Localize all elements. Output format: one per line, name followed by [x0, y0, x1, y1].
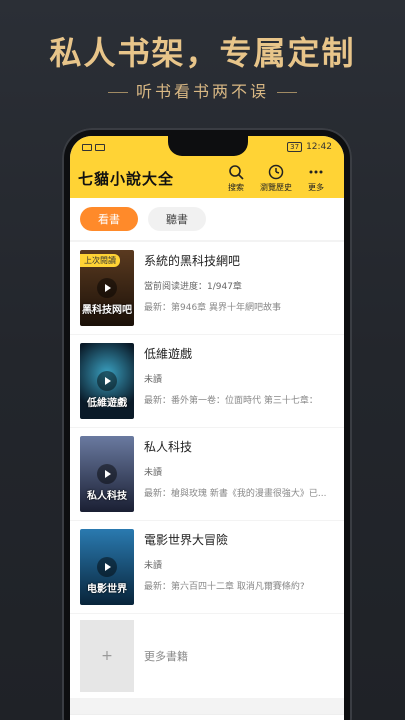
more-label: 更多 [308, 182, 324, 192]
tab-listen[interactable]: 聽書 [148, 207, 206, 231]
signal-icon [82, 143, 92, 151]
divider [107, 92, 128, 93]
history-label: 瀏覽歷史 [260, 182, 292, 192]
bottom-nav: 書架 書城 分類 設置 [70, 714, 344, 720]
book-cover: 上次閱讀 黑科技网吧 [80, 250, 134, 326]
book-item[interactable]: 电影世界 電影世界大冒險 未讀 最新：第六百四十二章 取消凡爾賽條約? [70, 521, 344, 613]
book-latest: 最新：第946章 異界十年網吧故事 [144, 303, 282, 313]
add-book-button[interactable]: + [80, 620, 134, 692]
signal-icon [95, 143, 105, 151]
book-latest: 最新：番外第一卷：位面時代 第三十七章： [144, 396, 318, 406]
book-info: 系統的黑科技網吧 當前阅读进度：1/947章 最新：第946章 異界十年網吧故事 [144, 250, 334, 326]
play-icon [97, 278, 117, 298]
status-time: 12:42 [306, 142, 332, 152]
last-read-badge: 上次閱讀 [80, 254, 120, 267]
notch [168, 136, 248, 156]
tab-read[interactable]: 看書 [80, 207, 138, 231]
search-label: 搜索 [228, 182, 244, 192]
book-latest: 最新：槍與玫瑰 新書《我的漫畫很強大》已... [144, 489, 327, 499]
cover-title: 电影世界 [87, 584, 127, 595]
book-title: 電影世界大冒險 [144, 533, 229, 547]
search-button[interactable]: 搜索 [216, 164, 256, 193]
more-books[interactable]: + 更多書籍 [70, 614, 344, 698]
book-progress: 當前阅读进度：1/947章 [144, 282, 242, 292]
cover-title: 黑科技网吧 [82, 305, 132, 316]
status-icons [82, 143, 105, 151]
book-progress: 未讀 [144, 468, 163, 478]
book-title: 私人科技 [144, 440, 193, 454]
search-icon [229, 164, 244, 180]
phone-screen: 37 12:42 七貓小說大全 搜索 瀏覽歷史 更多 看書 聽書 上次閱讀 黑科… [70, 136, 344, 720]
book-info: 電影世界大冒險 未讀 最新：第六百四十二章 取消凡爾賽條約? [144, 529, 334, 605]
promo-title: 私人书架，专属定制 [49, 34, 356, 72]
promo-subtitle-row: 听书看书两不误 [0, 78, 405, 102]
battery-icon: 37 [287, 142, 303, 152]
book-info: 低維遊戲 未讀 最新：番外第一卷：位面時代 第三十七章： [144, 343, 334, 419]
book-cover: 私人科技 [80, 436, 134, 512]
book-title: 低維遊戲 [144, 347, 193, 361]
clock-icon [268, 164, 284, 179]
book-progress: 未讀 [144, 561, 163, 571]
app-header: 七貓小說大全 搜索 瀏覽歷史 更多 [70, 158, 344, 198]
phone-frame: 37 12:42 七貓小說大全 搜索 瀏覽歷史 更多 看書 聽書 上次閱讀 黑科… [62, 128, 352, 720]
book-title: 系統的黑科技網吧 [144, 254, 241, 268]
play-icon [97, 464, 117, 484]
promo-subtitle: 听书看书两不误 [135, 82, 269, 101]
book-info: 私人科技 未讀 最新：槍與玫瑰 新書《我的漫畫很強大》已... [144, 436, 334, 512]
book-list: 上次閱讀 黑科技网吧 系統的黑科技網吧 當前阅读进度：1/947章 最新：第94… [70, 242, 344, 698]
history-button[interactable]: 瀏覽歷史 [256, 164, 296, 193]
divider [277, 92, 297, 93]
status-right: 37 12:42 [287, 142, 332, 152]
book-latest: 最新：第六百四十二章 取消凡爾賽條約? [144, 582, 305, 592]
play-icon [97, 557, 117, 577]
app-logo: 七貓小說大全 [78, 169, 175, 188]
book-progress: 未讀 [144, 375, 163, 385]
book-item[interactable]: 私人科技 私人科技 未讀 最新：槍與玫瑰 新書《我的漫畫很強大》已... [70, 428, 344, 520]
play-icon [97, 371, 117, 391]
book-item[interactable]: 上次閱讀 黑科技网吧 系統的黑科技網吧 當前阅读进度：1/947章 最新：第94… [70, 242, 344, 334]
more-button[interactable]: 更多 [296, 164, 336, 193]
tab-bar: 看書 聽書 [70, 198, 344, 240]
book-cover: 低維遊戲 [80, 343, 134, 419]
book-cover: 电影世界 [80, 529, 134, 605]
cover-title: 低維遊戲 [87, 398, 127, 409]
cover-title: 私人科技 [87, 491, 127, 502]
more-books-label: 更多書籍 [144, 650, 188, 663]
book-item[interactable]: 低維遊戲 低維遊戲 未讀 最新：番外第一卷：位面時代 第三十七章： [70, 335, 344, 427]
more-icon [309, 170, 323, 173]
